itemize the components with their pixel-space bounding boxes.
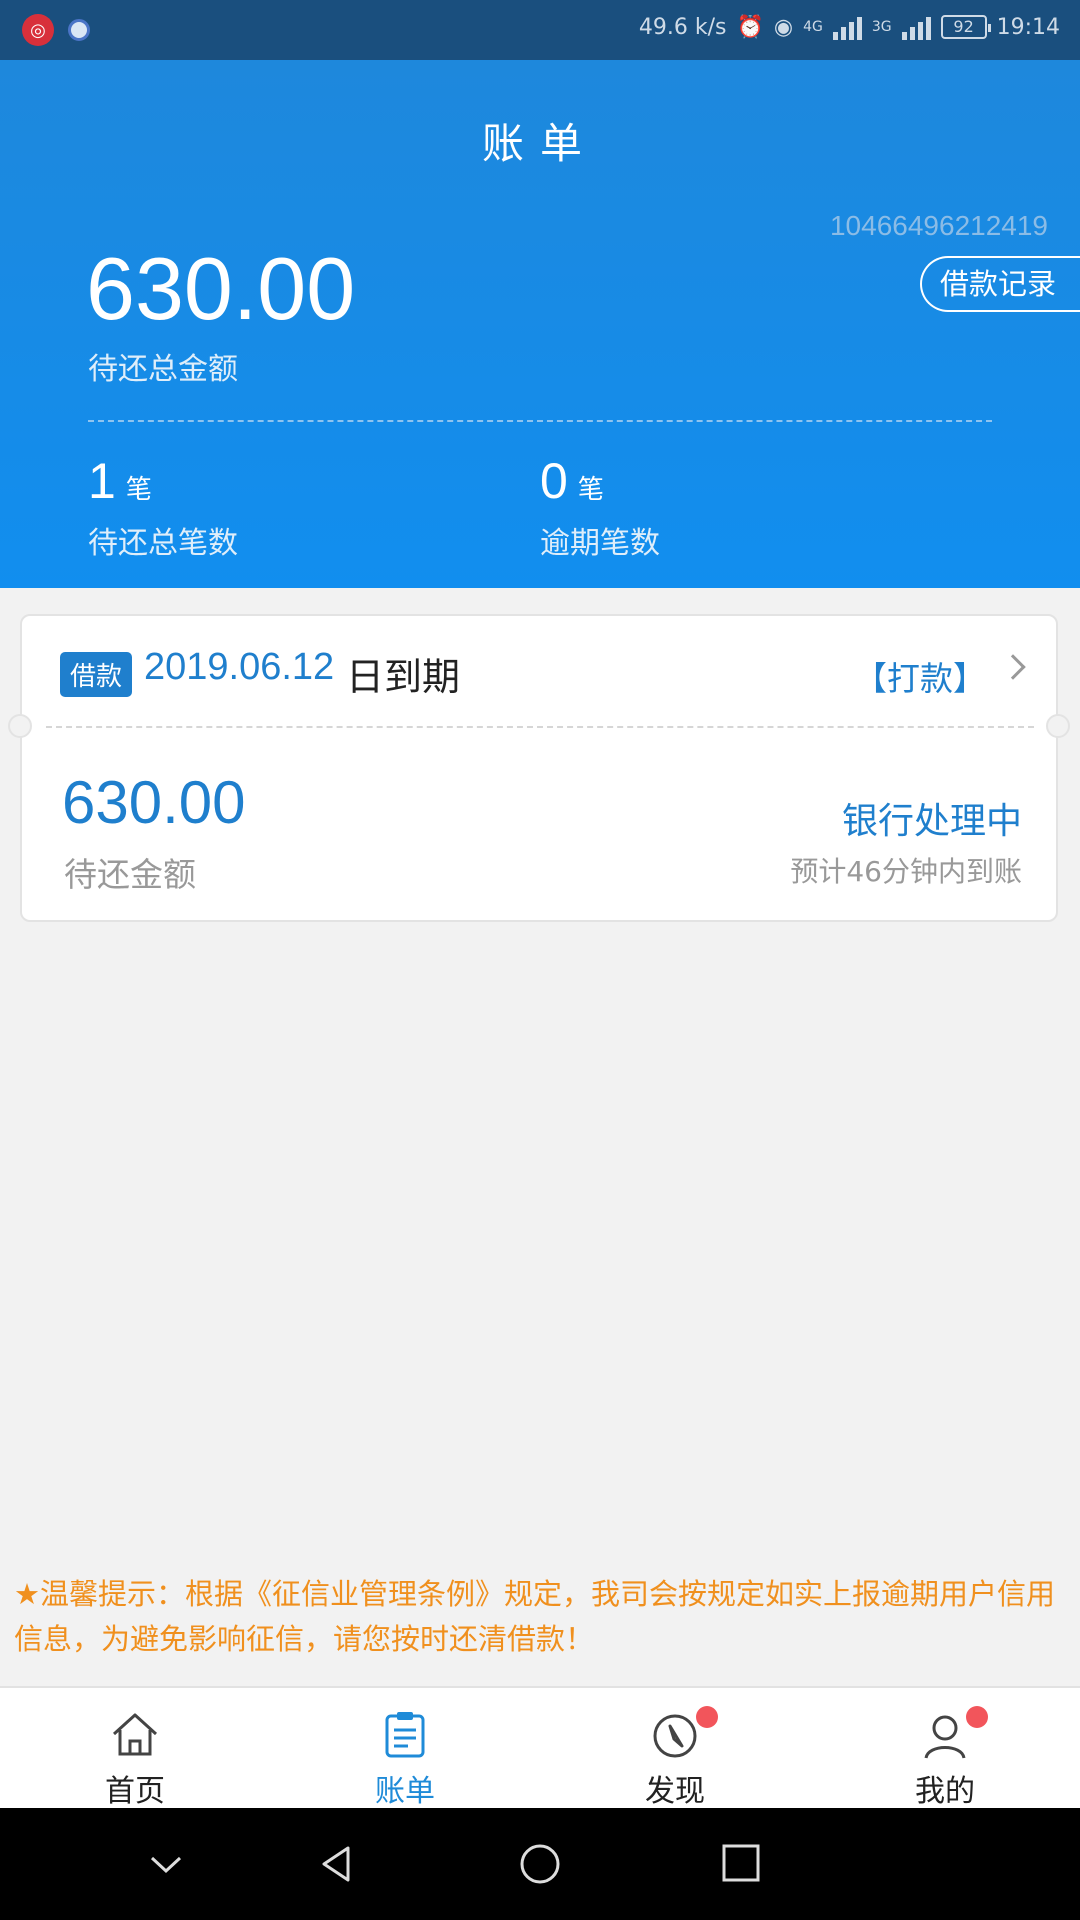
battery-icon: 92 (940, 15, 991, 39)
signal-icon (832, 14, 862, 40)
compass-icon (653, 1714, 697, 1758)
user-icon (924, 1715, 966, 1759)
pay-link[interactable]: 【打款】 (854, 652, 986, 700)
back-icon[interactable] (316, 1844, 356, 1884)
eye-comfort-icon: ◉ (773, 14, 794, 40)
pending-count-label: 待还总笔数 (88, 526, 238, 561)
bill-icon (385, 1712, 425, 1758)
app-notification-icon: ◎ (22, 14, 54, 46)
loan-record-button[interactable]: 借款记录 (920, 256, 1080, 312)
pending-count-block: 1笔 待还总笔数 (88, 452, 238, 562)
network-speed: 49.6 k/s (638, 14, 727, 40)
system-status: 49.6 k/s ⏰ ◉ 4G 3G 92 19:14 (639, 14, 1060, 40)
notification-icons: ◎ (22, 14, 90, 46)
home-icon (112, 1713, 158, 1756)
page-title: 账单 (481, 119, 598, 168)
bill-amount: 630.00 (62, 769, 246, 836)
bottom-tab-bar: 首页 账单 发现 我的 (0, 1686, 1080, 1809)
status-bar: ◎ 49.6 k/s ⏰ ◉ 4G 3G 92 19:14 (0, 0, 1080, 60)
chevron-down-icon[interactable] (146, 1844, 186, 1884)
overdue-count-block: 0笔 逾期笔数 (540, 452, 660, 562)
card-notch-right (1046, 714, 1070, 738)
summary-header: 账单 10466496212419 借款记录 630.00 待还总金额 1笔 待… (0, 60, 1080, 588)
card-notch-left (8, 714, 32, 738)
overdue-count-label: 逾期笔数 (540, 526, 660, 561)
tab-bill-label: 账单 (375, 1774, 435, 1809)
card-divider (46, 726, 1034, 728)
warning-notice: ★温馨提示：根据《征信业管理条例》规定，我司会按规定如实上报逾期用户信用信息，为… (14, 1577, 1055, 1656)
recents-icon[interactable] (720, 1844, 760, 1884)
tab-home[interactable]: 首页 (0, 1688, 270, 1809)
signal-icon-2 (901, 14, 931, 40)
discover-badge-dot (696, 1706, 718, 1728)
overdue-unit: 笔 (577, 475, 604, 505)
tab-discover[interactable]: 发现 (540, 1688, 810, 1809)
total-due-amount: 630.00 (86, 239, 356, 338)
processing-status: 银行处理中 (841, 801, 1022, 842)
app-notification-icon-2 (68, 19, 90, 41)
tab-mine-label: 我的 (915, 1774, 975, 1809)
divider (88, 420, 992, 422)
clock: 19:14 (996, 14, 1060, 40)
tab-mine[interactable]: 我的 (810, 1688, 1080, 1809)
total-due-label: 待还总金额 (88, 352, 238, 387)
mine-badge-dot (966, 1706, 988, 1728)
network-4g-label: 4G (803, 19, 823, 35)
pending-count: 1 (88, 453, 116, 509)
home-circle-icon[interactable] (518, 1844, 562, 1888)
tab-discover-label: 发现 (645, 1774, 705, 1809)
tab-bill[interactable]: 账单 (270, 1688, 540, 1809)
processing-eta: 预计46分钟内到账 (790, 855, 1022, 888)
bill-amount-label: 待还金额 (64, 855, 196, 894)
tab-home-label: 首页 (105, 1774, 165, 1809)
reference-number: 10466496212419 (829, 210, 1048, 241)
overdue-count: 0 (540, 453, 568, 509)
due-suffix: 日到期 (346, 655, 461, 699)
system-nav-bar (0, 1808, 1080, 1920)
alarm-icon: ⏰ (736, 14, 764, 40)
bill-card[interactable]: 借款 2019.06.12 日到期 【打款】 630.00 待还金额 银行处理中… (8, 614, 1070, 922)
due-date: 2019.06.12 (144, 646, 335, 688)
loan-tag: 借款 (60, 652, 133, 697)
pending-unit: 笔 (125, 475, 152, 505)
network-3g-label: 3G (871, 19, 892, 35)
chevron-right-icon[interactable] (1000, 654, 1026, 680)
